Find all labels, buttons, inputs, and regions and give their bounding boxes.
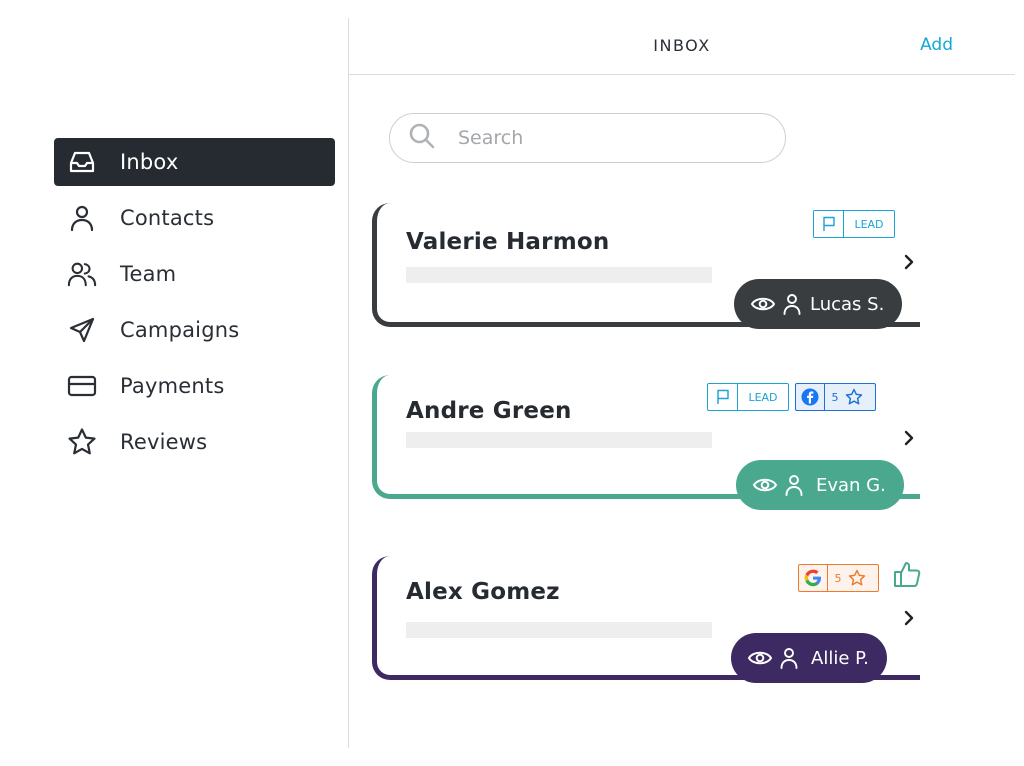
sidebar-item-campaigns[interactable]: Campaigns (54, 306, 335, 354)
user-icon (782, 293, 802, 315)
conversation-card[interactable]: Alex Gomez 5 Allie P. (372, 556, 922, 683)
sidebar-item-contacts[interactable]: Contacts (54, 194, 335, 242)
user-icon (784, 474, 804, 496)
star-icon (845, 384, 875, 410)
inbox-icon (67, 147, 97, 177)
conversation-card[interactable]: Andre Green LEAD 5 Evan G. (372, 375, 920, 510)
lead-tag-label: LEAD (748, 390, 778, 404)
star-icon (848, 565, 878, 591)
sidebar-item-label: Reviews (120, 430, 208, 454)
eye-icon (747, 649, 773, 667)
send-icon (67, 315, 97, 345)
credit-card-icon (67, 371, 97, 401)
lead-tag[interactable]: LEAD (813, 210, 895, 238)
eye-icon (752, 476, 778, 494)
conversation-card[interactable]: Valerie Harmon LEAD Lucas S. (372, 203, 920, 329)
add-button[interactable]: Add (920, 35, 953, 55)
sidebar-item-team[interactable]: Team (54, 250, 335, 298)
user-icon (779, 647, 799, 669)
google-review-tag[interactable]: 5 (798, 564, 879, 592)
chevron-right-icon[interactable] (900, 429, 918, 447)
lead-tag-label: LEAD (854, 217, 884, 231)
assignee-name: Allie P. (811, 647, 869, 669)
eye-icon (750, 295, 776, 313)
search-input[interactable] (458, 127, 758, 149)
sidebar-item-label: Contacts (120, 206, 215, 230)
contact-name: Valerie Harmon (406, 229, 610, 255)
sidebar-divider (348, 18, 349, 748)
flag-icon (708, 384, 737, 410)
star-icon (67, 427, 97, 457)
thumbs-up-icon[interactable] (892, 559, 922, 593)
message-preview-placeholder (406, 432, 712, 448)
user-icon (67, 203, 97, 233)
assignee-name: Evan G. (816, 474, 886, 496)
review-rating: 5 (831, 390, 839, 404)
chevron-right-icon[interactable] (900, 253, 918, 271)
contact-name: Andre Green (406, 398, 572, 424)
search-icon (408, 122, 436, 154)
assignee-name: Lucas S. (810, 293, 885, 315)
sidebar-item-label: Inbox (120, 150, 179, 174)
header: INBOX Add (349, 18, 1015, 75)
lead-tag[interactable]: LEAD (707, 383, 789, 411)
page-title: INBOX (653, 36, 711, 55)
facebook-icon (796, 384, 824, 410)
review-rating: 5 (834, 571, 842, 585)
assignee-pill[interactable]: Lucas S. (734, 279, 903, 329)
facebook-review-tag[interactable]: 5 (795, 383, 876, 411)
sidebar-nav: Inbox Contacts Team Campaigns Payments R… (54, 138, 335, 474)
sidebar-item-label: Campaigns (120, 318, 240, 342)
contact-name: Alex Gomez (406, 579, 560, 605)
flag-icon (814, 211, 843, 237)
search-bar (389, 113, 786, 163)
assignee-pill[interactable]: Evan G. (736, 460, 904, 510)
team-icon (67, 259, 97, 289)
sidebar-item-reviews[interactable]: Reviews (54, 418, 335, 466)
google-icon (799, 565, 827, 591)
sidebar-item-label: Team (120, 262, 177, 286)
sidebar-item-inbox[interactable]: Inbox (54, 138, 335, 186)
assignee-pill[interactable]: Allie P. (731, 633, 887, 683)
message-preview-placeholder (406, 267, 712, 283)
message-preview-placeholder (406, 622, 712, 638)
sidebar: Inbox Contacts Team Campaigns Payments R… (0, 0, 348, 766)
chevron-right-icon[interactable] (900, 609, 918, 627)
sidebar-item-label: Payments (120, 374, 225, 398)
sidebar-item-payments[interactable]: Payments (54, 362, 335, 410)
